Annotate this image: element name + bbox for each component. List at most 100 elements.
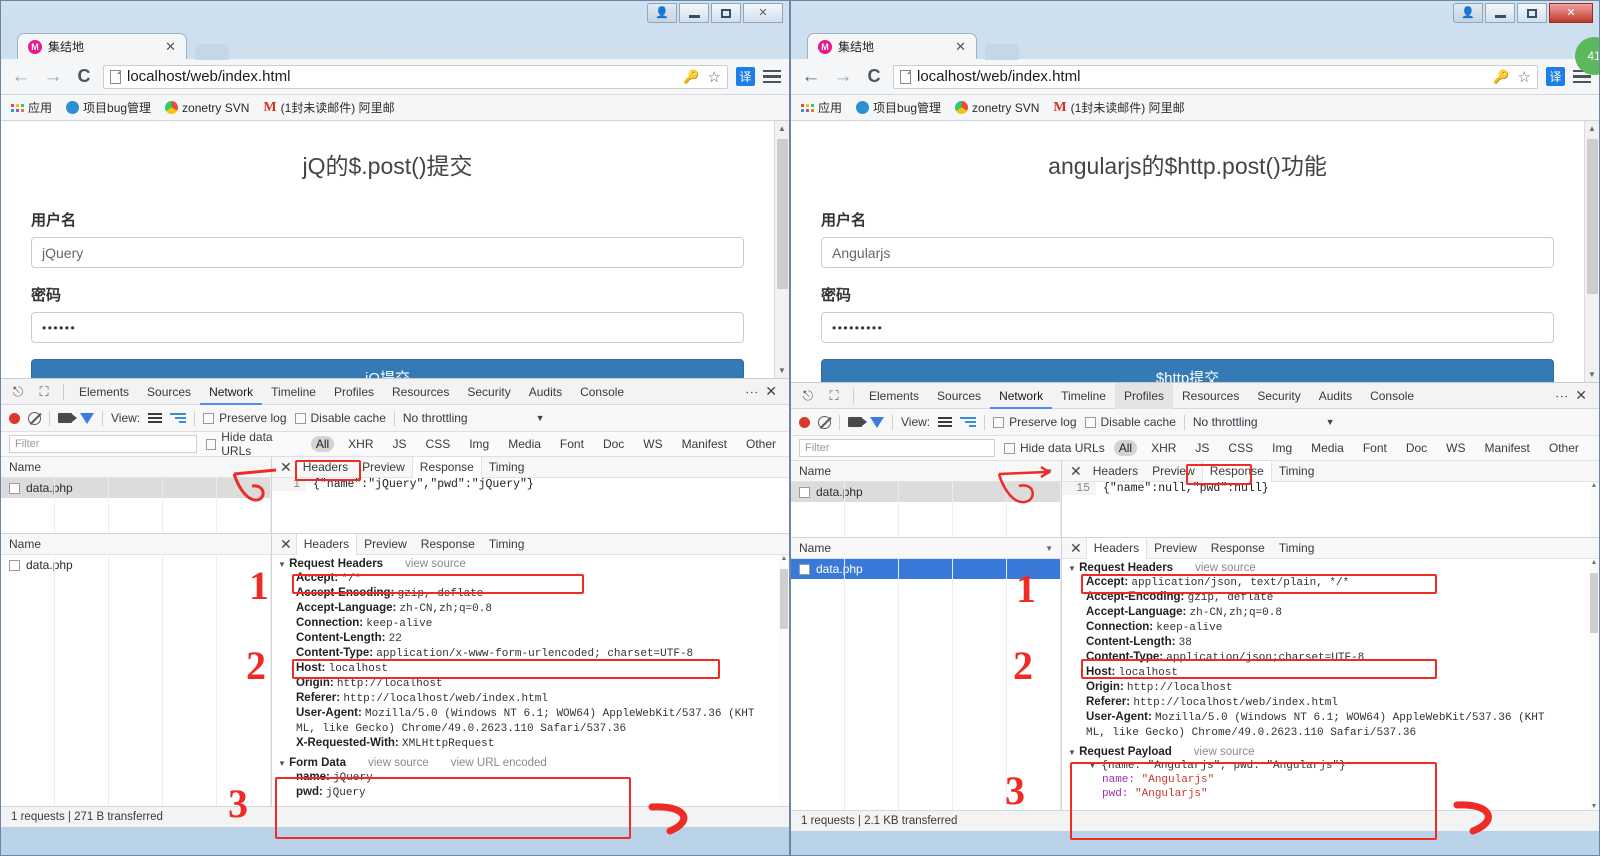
collapse-triangle-icon[interactable]: ▼ <box>278 560 286 569</box>
devtools-tab-profiles[interactable]: Profiles <box>1114 382 1173 409</box>
list-view-icon[interactable] <box>148 413 163 423</box>
detail-tab-preview[interactable]: Preview <box>357 534 414 555</box>
sort-caret-icon[interactable]: ▼ <box>1045 538 1053 559</box>
request-list-header[interactable]: Name ▼ <box>791 538 1061 559</box>
disable-cache-checkbox[interactable]: Disable cache <box>1084 415 1176 429</box>
address-bar-left[interactable]: localhost/web/index.html 🔑 ☆ <box>103 64 728 89</box>
detail-tab-response[interactable]: Response <box>1201 460 1272 482</box>
filter-type-ws[interactable]: WS <box>1441 440 1470 456</box>
devtools-tab-network[interactable]: Network <box>200 379 263 405</box>
filter-type-doc[interactable]: Doc <box>1401 440 1432 456</box>
waterfall-view-icon[interactable] <box>170 413 187 423</box>
detail-tab-response[interactable]: Response <box>411 456 482 478</box>
request-list-header[interactable]: Name <box>1 457 271 478</box>
inspect-element-icon[interactable]: ⎋ <box>795 388 821 404</box>
chrome-menu-icon[interactable] <box>763 69 781 84</box>
submit-button[interactable]: $http提交 <box>821 359 1554 382</box>
new-tab-button-right[interactable] <box>985 44 1020 60</box>
request-row-datapp[interactable]: data.php <box>791 559 1061 579</box>
detail-tab-preview[interactable]: Preview <box>1145 461 1202 482</box>
bookmark-star-icon[interactable]: ☆ <box>1518 68 1531 86</box>
preserve-log-checkbox[interactable]: Preserve log <box>203 411 287 425</box>
scroll-down-arrow-icon[interactable]: ▼ <box>1589 803 1599 810</box>
translate-extension-icon[interactable]: 译 <box>1546 67 1565 86</box>
view-source-link[interactable]: view source <box>1195 562 1256 574</box>
device-toolbar-icon[interactable]: ⛶ <box>31 384 57 400</box>
detail-tab-response[interactable]: Response <box>414 534 482 555</box>
bookmark-apps[interactable]: 应用 <box>11 99 52 116</box>
scroll-up-arrow-icon[interactable]: ▲ <box>1589 559 1599 566</box>
detail-tab-headers[interactable]: Headers <box>295 533 358 555</box>
back-button-right[interactable]: ← <box>799 67 823 86</box>
detail-tab-preview[interactable]: Preview <box>355 457 412 478</box>
maximize-button-right[interactable] <box>1517 3 1547 23</box>
bookmark-zonetry-svn[interactable]: zonetry SVN <box>165 101 249 115</box>
detail-tab-timing[interactable]: Timing <box>482 534 532 555</box>
headers-scrollbar-right[interactable]: ▲ ▼ <box>1589 559 1599 810</box>
scrollbar-thumb[interactable] <box>780 569 788 629</box>
filter-type-js[interactable]: JS <box>1190 440 1214 456</box>
filter-type-media[interactable]: Media <box>503 436 546 452</box>
close-button-right[interactable]: ✕ <box>1549 3 1593 23</box>
detail-tab-timing[interactable]: Timing <box>1272 538 1322 559</box>
request-row-datapp[interactable]: data.php <box>791 482 1061 502</box>
reload-button-left[interactable]: C <box>73 66 95 87</box>
scroll-down-arrow-icon[interactable]: ▼ <box>1585 367 1599 382</box>
filter-type-ws[interactable]: WS <box>638 436 667 452</box>
request-headers-section[interactable]: ▼ Request Headers view source <box>1062 561 1599 575</box>
request-list-header[interactable]: Name <box>1 534 271 555</box>
waterfall-view-icon[interactable] <box>960 417 977 427</box>
headers-scrollbar-left[interactable]: ▲ <box>779 555 789 806</box>
devtools-tab-network[interactable]: Network <box>990 383 1053 409</box>
chevron-down-icon[interactable]: ▼ <box>536 413 545 423</box>
filter-type-other[interactable]: Other <box>1544 440 1584 456</box>
translate-extension-icon[interactable]: 译 <box>736 67 755 86</box>
scroll-up-arrow-icon[interactable]: ▲ <box>1589 482 1599 489</box>
bookmark-bug-tracker[interactable]: 项目bug管理 <box>856 99 941 116</box>
request-row-datapp[interactable]: data.php <box>1 478 271 498</box>
disable-cache-checkbox[interactable]: Disable cache <box>294 411 386 425</box>
devtools-tab-console[interactable]: Console <box>1361 383 1423 409</box>
devtools-tab-timeline[interactable]: Timeline <box>262 379 325 405</box>
collapse-triangle-icon[interactable]: ▼ <box>1090 762 1095 771</box>
filter-type-css[interactable]: CSS <box>1223 440 1258 456</box>
device-toolbar-icon[interactable]: ⛶ <box>821 388 847 404</box>
password-input[interactable]: •••••• <box>31 312 744 343</box>
filter-input[interactable]: Filter <box>9 435 197 453</box>
bookmark-bug-tracker[interactable]: 项目bug管理 <box>66 99 151 116</box>
devtools-more-icon[interactable]: ⋮ <box>744 386 759 397</box>
filter-type-img[interactable]: Img <box>464 436 494 452</box>
filter-type-xhr[interactable]: XHR <box>343 436 378 452</box>
detail-tab-response[interactable]: Response <box>1204 538 1272 559</box>
filter-type-other[interactable]: Other <box>741 436 781 452</box>
scroll-up-arrow-icon[interactable]: ▲ <box>775 121 789 136</box>
devtools-close-icon[interactable]: ✕ <box>1571 387 1591 404</box>
request-headers-section[interactable]: ▼ Request Headers view source <box>272 557 789 571</box>
filter-type-img[interactable]: Img <box>1267 440 1297 456</box>
devtools-tab-resources[interactable]: Resources <box>383 379 458 405</box>
detail-tab-timing[interactable]: Timing <box>1272 461 1322 482</box>
bookmark-mail[interactable]: M (1封未读邮件) 阿里邮 <box>263 99 394 116</box>
filter-type-js[interactable]: JS <box>388 436 412 452</box>
sort-caret-icon[interactable]: ▼ <box>1045 461 1053 482</box>
devtools-tab-resources[interactable]: Resources <box>1173 383 1248 409</box>
payload-object-line[interactable]: ▼ {name: "Angularjs", pwd: "Angularjs"} <box>1062 759 1599 773</box>
forward-button-right[interactable]: → <box>831 67 855 86</box>
devtools-tab-audits[interactable]: Audits <box>1310 383 1361 409</box>
view-url-encoded-link[interactable]: view URL encoded <box>451 757 547 769</box>
scroll-up-arrow-icon[interactable]: ▲ <box>779 555 789 562</box>
scrollbar-thumb[interactable] <box>1590 573 1598 633</box>
submit-button[interactable]: jQ提交 <box>31 359 744 378</box>
list-view-icon[interactable] <box>938 417 953 427</box>
key-icon[interactable]: 🔑 <box>683 69 699 85</box>
page-scrollbar-right[interactable]: ▲ ▼ <box>1584 121 1599 382</box>
devtools-tab-security[interactable]: Security <box>1248 383 1309 409</box>
detail-close-icon[interactable]: ✕ <box>1066 463 1086 480</box>
reload-button-right[interactable]: C <box>863 66 885 87</box>
user-profile-button-right[interactable]: 👤 <box>1453 3 1483 23</box>
devtools-tab-audits[interactable]: Audits <box>520 379 571 405</box>
collapse-triangle-icon[interactable]: ▼ <box>1068 564 1076 573</box>
detail-tab-headers[interactable]: Headers <box>1085 537 1148 559</box>
detail-close-icon[interactable]: ✕ <box>276 536 296 553</box>
detail-close-icon[interactable]: ✕ <box>1066 540 1086 557</box>
